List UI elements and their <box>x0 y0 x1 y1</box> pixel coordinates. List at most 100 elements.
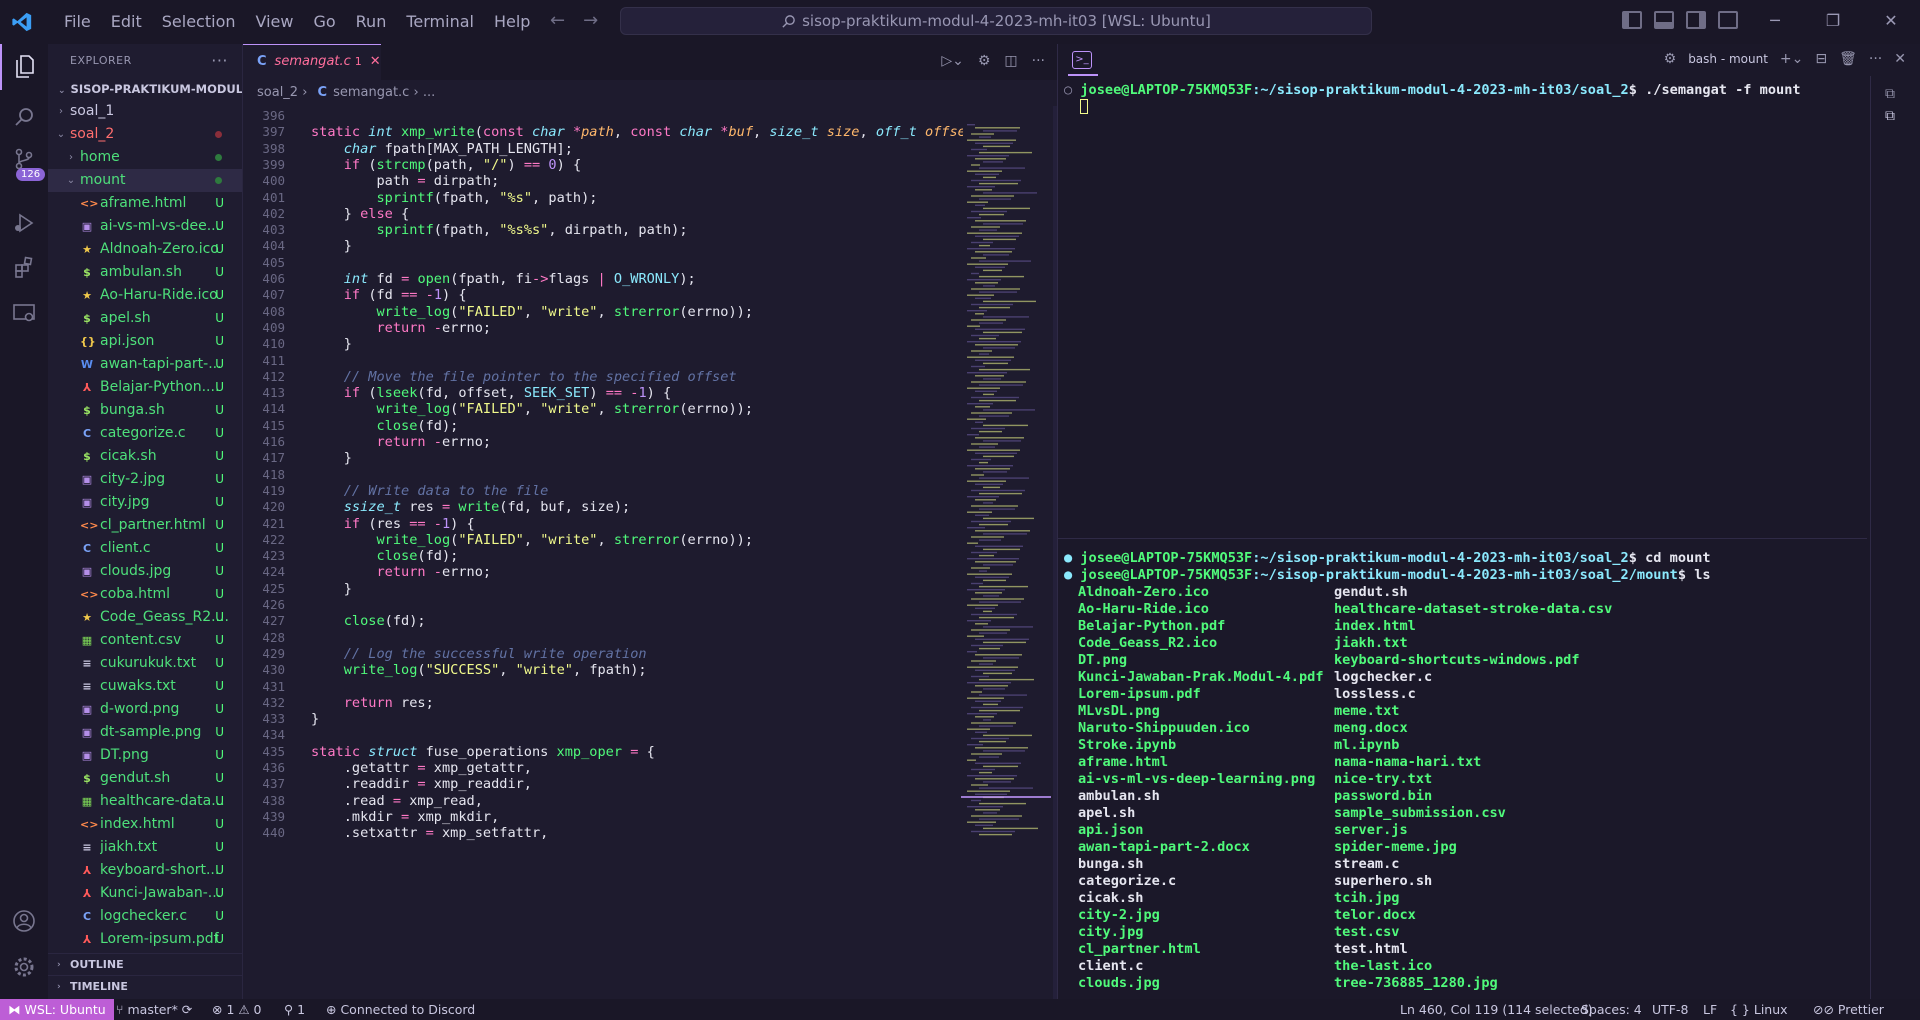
breadcrumb-file[interactable]: semangat.c <box>333 85 409 100</box>
file-item[interactable]: ▦ healthcare-data... U <box>48 790 242 813</box>
eol[interactable]: LF <box>1703 999 1717 1020</box>
close-window-button[interactable]: ✕ <box>1862 0 1920 44</box>
folder-item[interactable]: › soal_1 <box>48 100 242 123</box>
close-panel-icon[interactable]: ✕ <box>1894 51 1906 67</box>
breadcrumb-folder[interactable]: soal_2 <box>257 85 298 100</box>
timeline-section[interactable]: › TIMELINE <box>48 975 243 997</box>
manage-gear-icon[interactable] <box>0 944 48 990</box>
file-item[interactable]: Wawan-tapi-part-... U <box>48 353 242 376</box>
close-tab-icon[interactable]: ✕ <box>370 54 381 69</box>
terminal-instance-icon[interactable]: ⧉ <box>1885 108 1895 124</box>
extensions-icon[interactable] <box>0 244 48 290</box>
split-terminal-icon[interactable]: ⊟ <box>1815 51 1827 67</box>
ls-entry: superhero.sh <box>1334 873 1433 889</box>
file-item[interactable]: ▣ ai-vs-ml-vs-dee... U <box>48 215 242 238</box>
search-icon[interactable] <box>0 94 48 140</box>
terminal-split-divider[interactable] <box>1057 538 1867 539</box>
prettier-status[interactable]: ⊘⊘ Prettier <box>1813 999 1884 1020</box>
file-item[interactable]: $ cicak.sh U <box>48 445 242 468</box>
discord-status[interactable]: ⊕ Connected to Discord <box>326 999 475 1020</box>
file-item[interactable]: ★ Code_Geass_R2.... U <box>48 606 242 629</box>
file-item[interactable]: <> cl_partner.html U <box>48 514 242 537</box>
menu-go[interactable]: Go <box>303 12 345 31</box>
file-item[interactable]: Cclient.c U <box>48 537 242 560</box>
file-item[interactable]: Ccategorize.c U <box>48 422 242 445</box>
file-item[interactable]: $ gendut.sh U <box>48 767 242 790</box>
account-icon[interactable] <box>0 898 48 944</box>
file-item[interactable]: ⅄ Kunci-Jawaban-... U <box>48 882 242 905</box>
toggle-primary-sidebar-icon[interactable] <box>1622 11 1642 29</box>
indentation[interactable]: Spaces: 4 <box>1581 999 1642 1020</box>
file-item[interactable]: ▣ DT.png U <box>48 744 242 767</box>
minimize-button[interactable]: ─ <box>1746 0 1804 44</box>
file-item[interactable]: ★ Aldnoah-Zero.ico U <box>48 238 242 261</box>
ports-indicator[interactable]: ⚲ 1 <box>284 999 305 1020</box>
folder-item[interactable]: › home <box>48 146 242 169</box>
file-item[interactable]: ⅄ keyboard-short... U <box>48 859 242 882</box>
breadcrumb-symbol[interactable]: ... <box>423 85 435 100</box>
file-item[interactable]: $ apel.sh U <box>48 307 242 330</box>
command-center[interactable]: sisop-praktikum-modul-4-2023-mh-it03 [WS… <box>620 7 1372 35</box>
file-item[interactable]: ★ Ao-Haru-Ride.ico U <box>48 284 242 307</box>
new-terminal-icon[interactable]: +⌄ <box>1780 51 1803 67</box>
menu-selection[interactable]: Selection <box>152 12 246 31</box>
run-file-icon[interactable]: ▷⌄ <box>941 53 964 69</box>
file-item[interactable]: ≡ jiakh.txt U <box>48 836 242 859</box>
tab-semangat-c[interactable]: Csemangat.c 1 ✕ <box>243 44 381 80</box>
terminal-instance-icon[interactable]: ⧉ <box>1885 86 1895 102</box>
branch-indicator[interactable]: ⑂ master* ⟳ <box>116 999 192 1020</box>
code-area[interactable]: 396 397 static int xmp_write(const char *p… <box>243 106 963 1001</box>
menu-run[interactable]: Run <box>346 12 397 31</box>
nav-arrows[interactable]: ←→ <box>550 10 616 31</box>
file-item[interactable]: <> index.html U <box>48 813 242 836</box>
language-mode[interactable]: { } Linux <box>1730 999 1788 1020</box>
file-item[interactable]: {} api.json U <box>48 330 242 353</box>
file-item[interactable]: <> coba.html U <box>48 583 242 606</box>
remote-indicator[interactable]: ⧓ WSL: Ubuntu <box>0 999 114 1020</box>
remote-explorer-icon[interactable] <box>0 290 48 336</box>
menu-terminal[interactable]: Terminal <box>396 12 484 31</box>
file-item[interactable]: $ ambulan.sh U <box>48 261 242 284</box>
run-debug-icon[interactable] <box>0 200 48 246</box>
kill-terminal-icon[interactable]: 🗑 <box>1839 51 1857 67</box>
workspace-root[interactable]: ⌄ SISOP-PRAKTIKUM-MODUL-... <box>48 78 242 100</box>
file-item[interactable]: ▣ city.jpg U <box>48 491 242 514</box>
problems-indicator[interactable]: ⊗ 1 ⚠ 0 <box>212 999 262 1020</box>
folder-item[interactable]: ⌄ soal_2 <box>48 123 242 146</box>
outline-section[interactable]: › OUTLINE <box>48 953 243 975</box>
file-item[interactable]: $ bunga.sh U <box>48 399 242 422</box>
minimap[interactable] <box>961 106 1053 1001</box>
file-item[interactable]: ▣ city-2.jpg U <box>48 468 242 491</box>
terminal-2[interactable]: ● josee@LAPTOP-75KMQ53F:~/sisop-praktiku… <box>1058 550 1868 999</box>
file-item[interactable]: ⅄ Lorem-ipsum.pdf U <box>48 928 242 951</box>
more-actions-icon[interactable]: ··· <box>1032 53 1045 69</box>
terminal-1[interactable]: ○ josee@LAPTOP-75KMQ53F:~/sisop-praktiku… <box>1058 80 1868 540</box>
file-item[interactable]: ▣ clouds.jpg U <box>48 560 242 583</box>
file-item[interactable]: ≡ cukurukuk.txt U <box>48 652 242 675</box>
terminal-icon[interactable]: >_ <box>1072 51 1092 69</box>
split-editor-icon[interactable]: ◫ <box>1004 53 1017 69</box>
file-item[interactable]: <> aframe.html U <box>48 192 242 215</box>
file-item[interactable]: ▣ d-word.png U <box>48 698 242 721</box>
menu-view[interactable]: View <box>246 12 304 31</box>
more-actions-icon[interactable]: ··· <box>211 44 228 78</box>
toggle-secondary-sidebar-icon[interactable] <box>1686 11 1706 29</box>
file-item[interactable]: ⅄ Belajar-Python.... U <box>48 376 242 399</box>
folder-item[interactable]: ⌄ mount <box>48 169 242 192</box>
maximize-button[interactable]: ❐ <box>1804 0 1862 44</box>
cursor-position[interactable]: Ln 460, Col 119 (114 selected) <box>1400 999 1593 1020</box>
file-item[interactable]: ▦ content.csv U <box>48 629 242 652</box>
toggle-panel-icon[interactable] <box>1654 11 1674 29</box>
menu-file[interactable]: File <box>54 12 101 31</box>
more-actions-icon[interactable]: ··· <box>1869 51 1882 67</box>
explorer-icon[interactable] <box>0 44 48 90</box>
menu-edit[interactable]: Edit <box>101 12 152 31</box>
menu-help[interactable]: Help <box>484 12 540 31</box>
file-item[interactable]: ≡ cuwaks.txt U <box>48 675 242 698</box>
terminal-label[interactable]: bash - mount <box>1688 52 1768 66</box>
file-item[interactable]: ▣ dt-sample.png U <box>48 721 242 744</box>
file-item[interactable]: Clogchecker.c U <box>48 905 242 928</box>
encoding[interactable]: UTF-8 <box>1652 999 1688 1020</box>
customize-layout-icon[interactable] <box>1718 11 1738 29</box>
settings-gear-icon[interactable]: ⚙ <box>978 53 991 69</box>
